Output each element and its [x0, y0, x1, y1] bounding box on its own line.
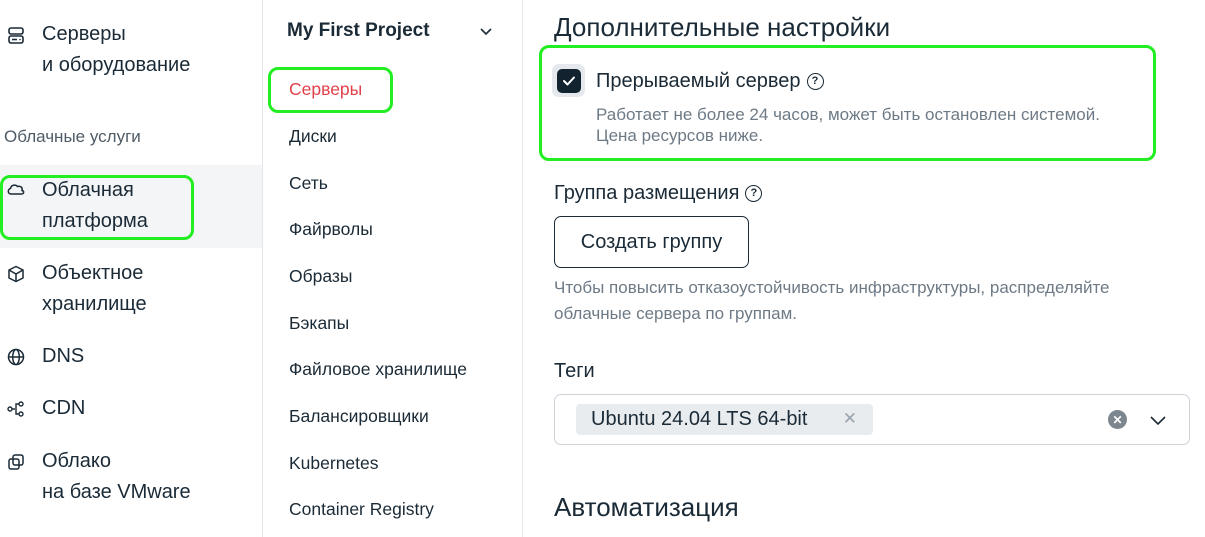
sidebar-item-label: и оборудование [42, 54, 191, 76]
cube-icon [6, 264, 26, 284]
create-group-button[interactable]: Создать группу [554, 216, 749, 268]
sidebar-item-cloud-platform[interactable]: Облачная платформа [0, 165, 262, 248]
sidebar-item-label: платформа [42, 210, 148, 232]
tag-chip-label: Ubuntu 24.04 LTS 64-bit [591, 408, 808, 430]
chevron-down-icon[interactable] [477, 22, 495, 40]
tags-label: Теги [554, 360, 595, 382]
checkbox-box [556, 68, 581, 93]
placement-group-hint: Чтобы повысить отказоустойчивость инфрас… [554, 278, 1110, 297]
main-sidebar: Серверы и оборудование Облачные услуги О… [0, 0, 263, 537]
project-sidebar: My First Project Серверы Диски Сеть Файр… [263, 0, 523, 537]
project-selector[interactable]: My First Project [287, 20, 430, 42]
preemptible-description: Цена ресурсов ниже. [596, 126, 764, 145]
preemptible-label-text: Прерываемый сервер [596, 70, 801, 92]
sidebar-item-label: CDN [42, 397, 86, 419]
sidebar-item-label: хранилище [42, 293, 147, 315]
nav-file-storage[interactable]: Файловое хранилище [289, 359, 467, 380]
server-icon [6, 26, 26, 46]
globe-icon [6, 347, 26, 367]
nav-load-balancers[interactable]: Балансировщики [289, 406, 429, 427]
sidebar-item-label: Серверы [42, 23, 126, 45]
preemptible-checkbox[interactable] [552, 64, 585, 97]
preemptible-label[interactable]: Прерываемый сервер ? [596, 70, 824, 93]
main-content: Дополнительные настройки Прерываемый сер… [524, 0, 1205, 537]
help-icon[interactable]: ? [806, 73, 824, 90]
chevron-down-icon[interactable] [1147, 410, 1169, 430]
sidebar-item-dns[interactable]: DNS [0, 341, 262, 372]
nav-disks[interactable]: Диски [289, 126, 337, 147]
nav-backups[interactable]: Бэкапы [289, 313, 349, 334]
help-icon[interactable]: ? [745, 185, 763, 202]
sidebar-item-cdn[interactable]: CDN [0, 393, 262, 424]
nav-kubernetes[interactable]: Kubernetes [289, 453, 379, 474]
cloud-icon [6, 179, 26, 199]
sidebar-item-servers-hardware[interactable]: Серверы и оборудование [0, 19, 262, 89]
check-icon [562, 76, 575, 85]
automation-title: Автоматизация [554, 492, 739, 522]
sidebar-item-label: Облачная [42, 179, 134, 201]
nav-network[interactable]: Сеть [289, 173, 328, 194]
additional-settings-title: Дополнительные настройки [554, 12, 891, 42]
preemptible-description: Работает не более 24 часов, может быть о… [596, 105, 1100, 124]
nav-firewalls[interactable]: Файрволы [289, 219, 373, 240]
placement-group-hint: облачные сервера по группам. [554, 304, 798, 323]
nav-images[interactable]: Образы [289, 266, 353, 287]
nav-servers[interactable]: Серверы [289, 79, 362, 100]
clear-icon[interactable]: ✕ [1108, 410, 1127, 429]
tags-select[interactable]: Ubuntu 24.04 LTS 64-bit ✕ ✕ [554, 394, 1190, 445]
sidebar-item-label: DNS [42, 345, 85, 367]
vmware-icon [6, 452, 26, 472]
cdn-icon [6, 399, 26, 419]
placement-group-label: Группа размещения ? [554, 182, 763, 205]
section-label-cloud-services: Облачные услуги [4, 127, 141, 146]
nav-container-registry[interactable]: Container Registry [289, 499, 434, 520]
sidebar-item-object-storage[interactable]: Объектное хранилище [0, 258, 262, 328]
tag-chip: Ubuntu 24.04 LTS 64-bit ✕ [576, 404, 873, 435]
remove-tag-icon[interactable]: ✕ [843, 409, 857, 429]
sidebar-item-label: Облако [42, 450, 112, 472]
sidebar-item-label: Объектное [42, 262, 144, 284]
sidebar-item-vmware-cloud[interactable]: Облако на базе VMware [0, 446, 262, 516]
placement-group-label-text: Группа размещения [554, 182, 740, 204]
sidebar-item-label: на базе VMware [42, 481, 191, 503]
